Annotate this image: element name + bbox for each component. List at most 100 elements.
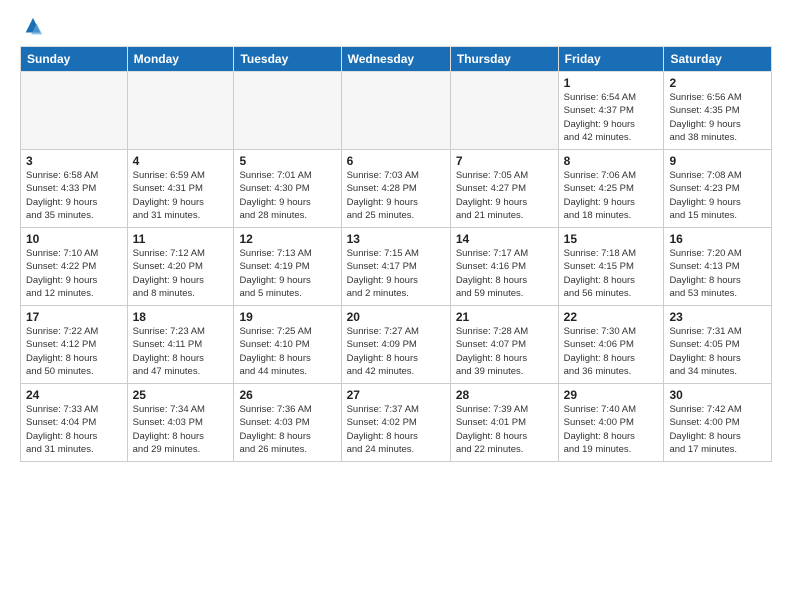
calendar-cell: 11Sunrise: 7:12 AM Sunset: 4:20 PM Dayli… xyxy=(127,228,234,306)
day-info: Sunrise: 6:56 AM Sunset: 4:35 PM Dayligh… xyxy=(669,91,766,144)
day-number: 4 xyxy=(133,154,229,168)
day-info: Sunrise: 6:58 AM Sunset: 4:33 PM Dayligh… xyxy=(26,169,122,222)
weekday-header-saturday: Saturday xyxy=(664,47,772,72)
day-info: Sunrise: 7:40 AM Sunset: 4:00 PM Dayligh… xyxy=(564,403,659,456)
calendar-cell: 19Sunrise: 7:25 AM Sunset: 4:10 PM Dayli… xyxy=(234,306,341,384)
weekday-header-monday: Monday xyxy=(127,47,234,72)
day-info: Sunrise: 7:01 AM Sunset: 4:30 PM Dayligh… xyxy=(239,169,335,222)
calendar-cell: 5Sunrise: 7:01 AM Sunset: 4:30 PM Daylig… xyxy=(234,150,341,228)
day-number: 8 xyxy=(564,154,659,168)
day-number: 5 xyxy=(239,154,335,168)
day-info: Sunrise: 7:20 AM Sunset: 4:13 PM Dayligh… xyxy=(669,247,766,300)
day-info: Sunrise: 7:18 AM Sunset: 4:15 PM Dayligh… xyxy=(564,247,659,300)
header xyxy=(20,16,772,38)
week-row-1: 1Sunrise: 6:54 AM Sunset: 4:37 PM Daylig… xyxy=(21,72,772,150)
day-number: 16 xyxy=(669,232,766,246)
calendar-cell: 14Sunrise: 7:17 AM Sunset: 4:16 PM Dayli… xyxy=(450,228,558,306)
calendar-cell xyxy=(21,72,128,150)
day-info: Sunrise: 7:23 AM Sunset: 4:11 PM Dayligh… xyxy=(133,325,229,378)
day-info: Sunrise: 7:30 AM Sunset: 4:06 PM Dayligh… xyxy=(564,325,659,378)
calendar-cell: 1Sunrise: 6:54 AM Sunset: 4:37 PM Daylig… xyxy=(558,72,664,150)
week-row-2: 3Sunrise: 6:58 AM Sunset: 4:33 PM Daylig… xyxy=(21,150,772,228)
day-number: 21 xyxy=(456,310,553,324)
day-number: 26 xyxy=(239,388,335,402)
day-info: Sunrise: 7:15 AM Sunset: 4:17 PM Dayligh… xyxy=(347,247,445,300)
day-number: 22 xyxy=(564,310,659,324)
calendar-table: SundayMondayTuesdayWednesdayThursdayFrid… xyxy=(20,46,772,462)
calendar-cell: 7Sunrise: 7:05 AM Sunset: 4:27 PM Daylig… xyxy=(450,150,558,228)
day-number: 10 xyxy=(26,232,122,246)
calendar-cell xyxy=(450,72,558,150)
day-number: 17 xyxy=(26,310,122,324)
day-number: 23 xyxy=(669,310,766,324)
logo xyxy=(20,16,46,38)
day-info: Sunrise: 6:54 AM Sunset: 4:37 PM Dayligh… xyxy=(564,91,659,144)
calendar-cell: 16Sunrise: 7:20 AM Sunset: 4:13 PM Dayli… xyxy=(664,228,772,306)
day-info: Sunrise: 7:42 AM Sunset: 4:00 PM Dayligh… xyxy=(669,403,766,456)
day-number: 30 xyxy=(669,388,766,402)
calendar-cell: 21Sunrise: 7:28 AM Sunset: 4:07 PM Dayli… xyxy=(450,306,558,384)
day-number: 6 xyxy=(347,154,445,168)
day-info: Sunrise: 7:37 AM Sunset: 4:02 PM Dayligh… xyxy=(347,403,445,456)
calendar-cell: 26Sunrise: 7:36 AM Sunset: 4:03 PM Dayli… xyxy=(234,384,341,462)
day-number: 29 xyxy=(564,388,659,402)
calendar-cell xyxy=(234,72,341,150)
calendar-cell: 6Sunrise: 7:03 AM Sunset: 4:28 PM Daylig… xyxy=(341,150,450,228)
calendar-cell xyxy=(127,72,234,150)
day-info: Sunrise: 6:59 AM Sunset: 4:31 PM Dayligh… xyxy=(133,169,229,222)
day-number: 25 xyxy=(133,388,229,402)
logo-icon xyxy=(22,16,44,38)
day-info: Sunrise: 7:05 AM Sunset: 4:27 PM Dayligh… xyxy=(456,169,553,222)
day-number: 19 xyxy=(239,310,335,324)
weekday-header-wednesday: Wednesday xyxy=(341,47,450,72)
day-info: Sunrise: 7:17 AM Sunset: 4:16 PM Dayligh… xyxy=(456,247,553,300)
day-info: Sunrise: 7:25 AM Sunset: 4:10 PM Dayligh… xyxy=(239,325,335,378)
day-info: Sunrise: 7:39 AM Sunset: 4:01 PM Dayligh… xyxy=(456,403,553,456)
page: SundayMondayTuesdayWednesdayThursdayFrid… xyxy=(0,0,792,472)
day-info: Sunrise: 7:08 AM Sunset: 4:23 PM Dayligh… xyxy=(669,169,766,222)
day-number: 13 xyxy=(347,232,445,246)
day-number: 2 xyxy=(669,76,766,90)
calendar-cell: 8Sunrise: 7:06 AM Sunset: 4:25 PM Daylig… xyxy=(558,150,664,228)
day-number: 18 xyxy=(133,310,229,324)
day-info: Sunrise: 7:13 AM Sunset: 4:19 PM Dayligh… xyxy=(239,247,335,300)
day-info: Sunrise: 7:10 AM Sunset: 4:22 PM Dayligh… xyxy=(26,247,122,300)
weekday-header-row: SundayMondayTuesdayWednesdayThursdayFrid… xyxy=(21,47,772,72)
calendar-cell: 10Sunrise: 7:10 AM Sunset: 4:22 PM Dayli… xyxy=(21,228,128,306)
week-row-5: 24Sunrise: 7:33 AM Sunset: 4:04 PM Dayli… xyxy=(21,384,772,462)
weekday-header-sunday: Sunday xyxy=(21,47,128,72)
day-number: 9 xyxy=(669,154,766,168)
calendar-cell: 15Sunrise: 7:18 AM Sunset: 4:15 PM Dayli… xyxy=(558,228,664,306)
calendar-cell: 20Sunrise: 7:27 AM Sunset: 4:09 PM Dayli… xyxy=(341,306,450,384)
calendar-cell: 2Sunrise: 6:56 AM Sunset: 4:35 PM Daylig… xyxy=(664,72,772,150)
calendar-cell: 18Sunrise: 7:23 AM Sunset: 4:11 PM Dayli… xyxy=(127,306,234,384)
week-row-3: 10Sunrise: 7:10 AM Sunset: 4:22 PM Dayli… xyxy=(21,228,772,306)
calendar-cell: 24Sunrise: 7:33 AM Sunset: 4:04 PM Dayli… xyxy=(21,384,128,462)
day-number: 14 xyxy=(456,232,553,246)
day-info: Sunrise: 7:31 AM Sunset: 4:05 PM Dayligh… xyxy=(669,325,766,378)
day-info: Sunrise: 7:06 AM Sunset: 4:25 PM Dayligh… xyxy=(564,169,659,222)
day-number: 15 xyxy=(564,232,659,246)
day-info: Sunrise: 7:27 AM Sunset: 4:09 PM Dayligh… xyxy=(347,325,445,378)
calendar-cell: 22Sunrise: 7:30 AM Sunset: 4:06 PM Dayli… xyxy=(558,306,664,384)
calendar-cell: 28Sunrise: 7:39 AM Sunset: 4:01 PM Dayli… xyxy=(450,384,558,462)
calendar-cell: 9Sunrise: 7:08 AM Sunset: 4:23 PM Daylig… xyxy=(664,150,772,228)
day-info: Sunrise: 7:34 AM Sunset: 4:03 PM Dayligh… xyxy=(133,403,229,456)
day-number: 20 xyxy=(347,310,445,324)
day-number: 28 xyxy=(456,388,553,402)
day-number: 1 xyxy=(564,76,659,90)
weekday-header-friday: Friday xyxy=(558,47,664,72)
day-info: Sunrise: 7:03 AM Sunset: 4:28 PM Dayligh… xyxy=(347,169,445,222)
day-number: 27 xyxy=(347,388,445,402)
day-info: Sunrise: 7:33 AM Sunset: 4:04 PM Dayligh… xyxy=(26,403,122,456)
calendar-cell: 12Sunrise: 7:13 AM Sunset: 4:19 PM Dayli… xyxy=(234,228,341,306)
calendar-cell: 30Sunrise: 7:42 AM Sunset: 4:00 PM Dayli… xyxy=(664,384,772,462)
calendar-cell: 17Sunrise: 7:22 AM Sunset: 4:12 PM Dayli… xyxy=(21,306,128,384)
calendar-cell: 29Sunrise: 7:40 AM Sunset: 4:00 PM Dayli… xyxy=(558,384,664,462)
week-row-4: 17Sunrise: 7:22 AM Sunset: 4:12 PM Dayli… xyxy=(21,306,772,384)
day-info: Sunrise: 7:28 AM Sunset: 4:07 PM Dayligh… xyxy=(456,325,553,378)
day-number: 7 xyxy=(456,154,553,168)
calendar-cell: 3Sunrise: 6:58 AM Sunset: 4:33 PM Daylig… xyxy=(21,150,128,228)
day-info: Sunrise: 7:12 AM Sunset: 4:20 PM Dayligh… xyxy=(133,247,229,300)
weekday-header-tuesday: Tuesday xyxy=(234,47,341,72)
